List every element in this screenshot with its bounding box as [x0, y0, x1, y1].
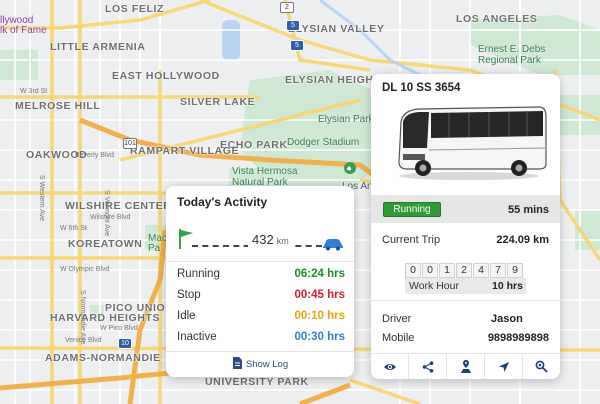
odometer-digit: 0: [422, 263, 438, 278]
current-trip-label: Current Trip: [382, 234, 441, 246]
odometer-digit: 0: [405, 263, 421, 278]
activity-label: Running: [177, 268, 220, 280]
activity-row-idle: Idle 00:10 hrs: [177, 310, 345, 328]
activity-label: Stop: [177, 289, 201, 301]
map-poi-pa: Pa: [148, 243, 161, 254]
map-shield-5b: 5: [290, 40, 304, 51]
map-label-adams-normandie: ADAMS-NORMANDIE: [45, 352, 161, 364]
map-shield-5: 5: [286, 20, 300, 31]
map-label-rampart-village: RAMPART VILLAGE: [130, 145, 240, 157]
map-poi-regional-park: Regional Park: [478, 55, 541, 66]
distance-value: 432 km: [248, 232, 293, 247]
vehicle-actions: [371, 353, 560, 379]
car-icon: [323, 239, 343, 251]
divider: [371, 300, 560, 301]
mobile-value: 9898989898: [487, 332, 549, 344]
map-poi-vista-hermosa: Vista Hermosa: [232, 166, 298, 177]
work-hour-label: Work Hour: [409, 280, 459, 292]
distance-unit: km: [276, 236, 289, 246]
map-street-pico: W Pico Blvd: [100, 325, 138, 332]
svg-text:♠: ♠: [346, 165, 352, 173]
map-label-walk-of-fame: lk of Fame: [0, 25, 47, 36]
map-label-elysian-valley: ELYSIAN VALLEY: [288, 23, 385, 35]
activity-label: Inactive: [177, 331, 217, 343]
odometer-digit: 2: [456, 263, 472, 278]
document-icon: [232, 357, 242, 369]
map-street-olympic: W Olympic Blvd: [60, 266, 110, 273]
map-label-koreatown: KOREATOWN: [68, 238, 143, 250]
navigate-button[interactable]: [485, 354, 523, 379]
odometer-digit: 1: [439, 263, 455, 278]
map-label-wilshire-center: WILSHIRE CENTER: [65, 200, 172, 212]
driver-value: Jason: [491, 313, 523, 325]
status-duration: 55 mins: [508, 204, 549, 216]
map-poi-dodger-stadium: Dodger Stadium: [287, 137, 360, 148]
map-label-little-armenia: LITTLE ARMENIA: [50, 41, 146, 53]
map-street-western: S Western Ave: [38, 175, 45, 222]
activity-card: Today's Activity 432 km Running 06:24 hrs…: [166, 186, 354, 377]
activity-row-inactive: Inactive 00:30 hrs: [177, 331, 345, 349]
map-label-east: EAST HOLLYWOOD: [112, 70, 220, 82]
odometer-digit: 9: [507, 263, 523, 278]
activity-title: Today's Activity: [177, 195, 268, 209]
odometer: 0 0 1 2 4 7 9: [405, 263, 526, 278]
map-label-harvard-heights: HARVARD HEIGHTS: [50, 312, 161, 324]
map-shield-10: 10: [118, 338, 132, 349]
activity-value: 00:10 hrs: [294, 310, 345, 322]
vehicle-card: DL 10 SS 3654 Running 55 mins Current Tr…: [371, 74, 560, 379]
map-poi-elysian-park: Elysian Park: [318, 114, 374, 125]
mobile-label: Mobile: [382, 332, 415, 344]
search-settings-icon: [535, 360, 548, 373]
odometer-digit: 7: [490, 263, 506, 278]
map-label-los-feliz: LOS FELIZ: [105, 3, 165, 15]
map-label-melrose-hill: MELROSE HILL: [15, 100, 101, 112]
driver-label: Driver: [382, 313, 412, 325]
odometer-digit: 4: [473, 263, 489, 278]
map-shield-101: 101: [123, 138, 137, 149]
activity-label: Idle: [177, 310, 196, 322]
distance-route: 432 km: [176, 228, 344, 252]
route-icon: [460, 360, 471, 373]
eye-icon: [383, 363, 396, 370]
map-label-university-park: UNIVERSITY PARK: [205, 376, 309, 388]
map-poi-ernest-debs: Ernest E. Debs: [478, 44, 546, 55]
current-trip-value: 224.09 km: [496, 234, 549, 246]
map-street-6th: W 6th St: [60, 225, 87, 232]
map-label-silver-lake: SILVER LAKE: [180, 96, 256, 108]
share-button[interactable]: [409, 354, 447, 379]
show-log-label: Show Log: [245, 359, 289, 370]
map-street-normandie: S Normandie Ave: [79, 290, 86, 345]
map-label-los-angeles: LOS ANGELES: [456, 13, 538, 25]
show-log-button[interactable]: Show Log: [166, 351, 354, 377]
share-icon: [422, 360, 433, 373]
map-street-beverly: Beverly Blvd: [75, 152, 114, 159]
navigate-icon: [498, 361, 509, 372]
activity-value: 00:45 hrs: [294, 289, 345, 301]
activity-value: 00:30 hrs: [294, 331, 345, 343]
search-settings-button[interactable]: [523, 354, 560, 379]
map-street-wilshire: Wilshire Blvd: [90, 214, 131, 221]
divider: [166, 261, 354, 262]
activity-row-stop: Stop 00:45 hrs: [177, 289, 345, 307]
bus-image: [398, 106, 547, 180]
map-shield-2: 2: [280, 2, 294, 13]
activity-row-running: Running 06:24 hrs: [177, 268, 345, 286]
map-street-3rd: W 3rd St: [20, 88, 48, 95]
route-button[interactable]: [447, 354, 485, 379]
activity-value: 06:24 hrs: [294, 268, 345, 280]
status-badge: Running: [383, 202, 441, 217]
vehicle-id: DL 10 SS 3654: [382, 82, 461, 94]
view-button[interactable]: [371, 354, 409, 379]
work-hour-value: 10 hrs: [492, 280, 523, 292]
distance-number: 432: [252, 232, 274, 247]
map-street-vermont: S Vermont Ave: [103, 190, 110, 237]
